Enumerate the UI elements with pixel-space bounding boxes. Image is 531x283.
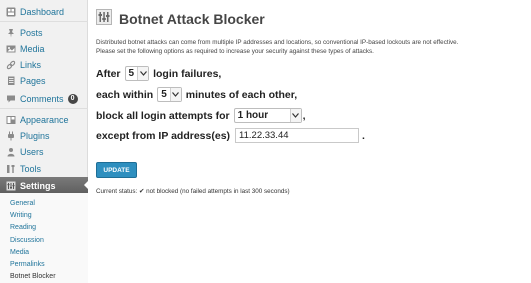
minutes-row: each within 5 minutes of each other, xyxy=(96,87,297,102)
settings-icon xyxy=(6,181,16,191)
dashboard-icon xyxy=(6,7,16,17)
failures-row: After 5 login failures, xyxy=(96,66,221,81)
menu-label: Dashboard xyxy=(20,6,65,17)
menu-label: Links xyxy=(20,59,42,70)
chevron-down-icon xyxy=(169,88,181,101)
menu-settings[interactable]: Settings xyxy=(0,177,89,194)
menu-appearance[interactable]: Appearance xyxy=(0,111,88,128)
submenu-discussion[interactable]: Discussion xyxy=(10,236,44,245)
row-text: , xyxy=(302,109,306,122)
link-icon xyxy=(6,60,16,70)
admin-sidebar: Dashboard Posts Media Links Pages Commen… xyxy=(0,0,89,283)
pin-icon xyxy=(6,28,16,38)
update-button[interactable]: UPDATE xyxy=(96,162,137,178)
menu-users[interactable]: Users xyxy=(0,143,88,160)
menu-posts[interactable]: Posts xyxy=(0,24,88,41)
menu-dashboard[interactable]: Dashboard xyxy=(0,3,88,20)
menu-label: Media xyxy=(20,43,45,54)
page-icon xyxy=(6,76,16,86)
menu-comments[interactable]: Comments 0 xyxy=(0,90,88,107)
row-text: except from IP address(es) xyxy=(96,129,231,142)
block-duration-row: block all login attempts for 1 hour , xyxy=(96,108,306,123)
settings-icon xyxy=(96,9,112,25)
row-text: . xyxy=(362,129,365,142)
minutes-select[interactable]: 5 xyxy=(157,87,182,102)
select-value: 5 xyxy=(161,89,167,100)
menu-plugins[interactable]: Plugins xyxy=(0,127,88,144)
menu-pages[interactable]: Pages xyxy=(0,72,88,89)
chevron-down-icon xyxy=(137,67,149,80)
tools-icon xyxy=(6,164,16,174)
current-status-text: Current status: ✔ not blocked (no failed… xyxy=(96,188,290,195)
menu-links[interactable]: Links xyxy=(0,56,88,73)
menu-label: Settings xyxy=(20,180,56,191)
plugin-icon xyxy=(6,131,16,141)
menu-label: Comments xyxy=(20,93,64,104)
row-text: minutes of each other, xyxy=(185,88,298,101)
failures-select[interactable]: 5 xyxy=(124,66,150,81)
menu-tools[interactable]: Tools xyxy=(0,160,88,177)
ip-address-input[interactable]: 11.22.33.44 xyxy=(235,128,360,143)
description-line: Distributed botnet attacks can come from… xyxy=(96,39,459,46)
page-description: Distributed botnet attacks can come from… xyxy=(96,38,526,56)
row-text: block all login attempts for xyxy=(96,109,230,122)
row-text: After xyxy=(96,67,121,80)
menu-media[interactable]: Media xyxy=(0,40,88,57)
comment-icon xyxy=(6,94,16,104)
select-value: 5 xyxy=(128,68,135,79)
submenu-writing[interactable]: Writing xyxy=(10,211,32,220)
submenu-media[interactable]: Media xyxy=(10,248,29,257)
users-icon xyxy=(6,147,16,157)
page-title: Botnet Attack Blocker xyxy=(119,11,265,27)
menu-label: Plugins xyxy=(20,130,50,141)
menu-label: Users xyxy=(20,146,44,157)
row-text: each within xyxy=(96,88,154,101)
submenu-general[interactable]: General xyxy=(10,199,35,208)
description-line: Please set the following options as requ… xyxy=(96,48,374,55)
appearance-icon xyxy=(6,115,16,125)
row-text: login failures, xyxy=(153,67,222,80)
menu-label: Posts xyxy=(20,27,43,38)
select-value: 1 hour xyxy=(237,110,269,121)
submenu-botnet-blocker[interactable]: Botnet Blocker xyxy=(10,272,56,281)
comment-count-badge: 0 xyxy=(67,93,78,104)
media-icon xyxy=(6,44,16,54)
menu-label: Pages xyxy=(20,75,46,86)
block-duration-select[interactable]: 1 hour xyxy=(233,108,302,123)
submenu-permalinks[interactable]: Permalinks xyxy=(10,260,45,269)
chevron-down-icon xyxy=(289,109,301,122)
settings-submenu: General Writing Reading Discussion Media… xyxy=(0,193,88,283)
main-content: Botnet Attack Blocker Distributed botnet… xyxy=(88,0,531,283)
menu-label: Appearance xyxy=(20,114,69,125)
submenu-reading[interactable]: Reading xyxy=(10,223,36,232)
ip-whitelist-row: except from IP address(es) 11.22.33.44 . xyxy=(96,128,365,143)
menu-label: Tools xyxy=(20,163,42,174)
